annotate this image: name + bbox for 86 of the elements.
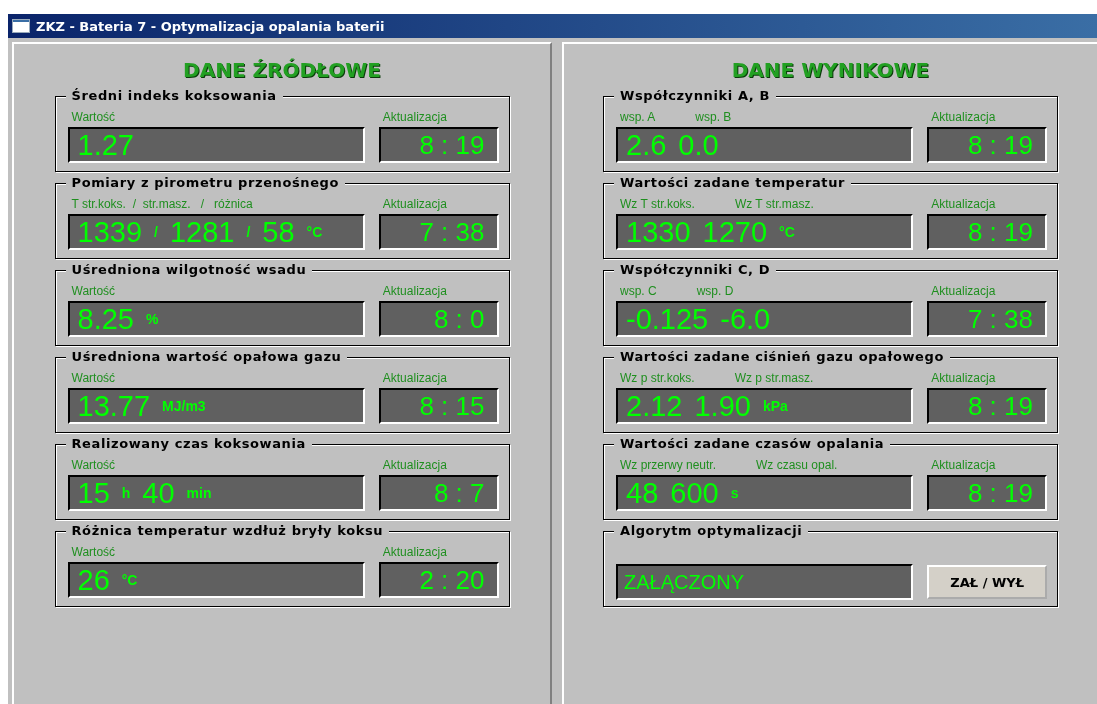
- unit-text: °C: [121, 572, 138, 588]
- field-label: T str.koks. / str.masz. / różnica: [71, 197, 253, 211]
- unit-text: kPa: [762, 398, 788, 414]
- value-text: 0.0: [678, 128, 719, 162]
- group-title: Uśredniona wilgotność wsadu: [65, 262, 313, 277]
- group-title: Pomiary z pirometru przenośnego: [65, 175, 346, 190]
- value-text: -6.0: [720, 302, 771, 336]
- value-text: 1330: [626, 215, 691, 249]
- group-title: Uśredniona wartość opałowa gazu: [65, 349, 348, 364]
- field-label: Wartość: [71, 545, 116, 559]
- unit-text: °C: [779, 224, 795, 240]
- group-title: Współczynniki C, D: [614, 262, 777, 277]
- field-label: Aktualizacja: [931, 197, 996, 211]
- field-label: Aktualizacja: [382, 197, 447, 211]
- value-text: 1281: [169, 215, 235, 249]
- field-label: Wz T str.koks.: [620, 197, 695, 211]
- time-display: 8 : 19: [927, 388, 1047, 424]
- group-title: Wartości zadane ciśnień gazu opałowego: [614, 349, 950, 364]
- field-label: wsp. B: [695, 110, 732, 124]
- value-text: 600: [670, 476, 719, 510]
- value-text: 1.90: [694, 389, 751, 423]
- field-label: Wz p str.masz.: [734, 371, 814, 385]
- group-title: Algorytm optymalizacji: [614, 523, 809, 538]
- value-text: 26: [77, 563, 110, 597]
- field-label: Wz p str.koks.: [620, 371, 695, 385]
- time-display: 8 : 7: [378, 475, 499, 511]
- group-title: Wartości zadane czasów opalania: [614, 436, 891, 451]
- field-label: Aktualizacja: [931, 371, 996, 385]
- unit-text: MJ/m3: [162, 398, 206, 414]
- value-text: 1.27: [77, 128, 134, 162]
- time-display: 2 : 20: [378, 562, 499, 598]
- value-text: 1339: [77, 215, 142, 249]
- value-text: 15: [77, 476, 110, 510]
- status-display: ZAŁĄCZONY: [616, 564, 914, 600]
- field-label: Aktualizacja: [382, 458, 447, 472]
- time-display: 8 : 19: [927, 127, 1047, 163]
- value-text: 58: [262, 215, 295, 249]
- field-label: Wartość: [71, 371, 116, 385]
- toggle-button[interactable]: ZAŁ / WYŁ: [927, 565, 1047, 599]
- group-title: Realizowany czas koksowania: [65, 436, 312, 451]
- field-label: Wz przerwy neutr.: [620, 458, 717, 472]
- value-text: 40: [142, 476, 175, 510]
- window-icon: [12, 19, 30, 33]
- field-label: Aktualizacja: [931, 110, 996, 124]
- field-label: Aktualizacja: [382, 371, 447, 385]
- field-label: Wartość: [71, 458, 116, 472]
- time-display: 8 : 19: [927, 214, 1047, 250]
- group-title: Wartości zadane temperatur: [614, 175, 851, 190]
- unit-text: h: [121, 485, 131, 501]
- field-label: Aktualizacja: [382, 545, 447, 559]
- panel-title: DANE ŹRÓDŁOWE: [183, 58, 381, 82]
- field-label: Aktualizacja: [931, 284, 996, 298]
- field-label: wsp. A: [620, 110, 656, 124]
- time-display: 8 : 0: [378, 301, 499, 337]
- group-title: Różnica temperatur wzdłuż bryły koksu: [65, 523, 390, 538]
- value-text: -0.125: [626, 302, 709, 336]
- window-title: ZKZ - Bateria 7 - Optymalizacja opalania baterii: [36, 18, 385, 34]
- value-text: 2.12: [626, 389, 683, 423]
- group-title: Współczynniki A, B: [614, 88, 776, 103]
- field-label: Wartość: [71, 110, 116, 124]
- field-label: Aktualizacja: [931, 458, 996, 472]
- field-label: Wartość: [71, 284, 116, 298]
- time-display: 8 : 19: [378, 127, 499, 163]
- field-label: Aktualizacja: [382, 110, 447, 124]
- unit-text: min: [186, 485, 212, 501]
- unit-text: /: [246, 224, 251, 240]
- unit-text: %: [145, 311, 159, 327]
- field-label: Wz czasu opal.: [756, 458, 838, 472]
- value-text: 8.25: [77, 302, 134, 336]
- unit-text: °C: [306, 224, 323, 240]
- field-label: wsp. C: [620, 284, 657, 298]
- time-display: 7 : 38: [378, 214, 499, 250]
- time-display: 7 : 38: [927, 301, 1047, 337]
- value-text: 2.6: [626, 128, 667, 162]
- field-label: Wz T str.masz.: [734, 197, 814, 211]
- time-display: 8 : 15: [378, 388, 499, 424]
- value-text: 13.77: [77, 389, 151, 423]
- time-display: 8 : 19: [927, 475, 1047, 511]
- field-label: wsp. D: [696, 284, 734, 298]
- unit-text: /: [154, 224, 158, 240]
- unit-text: s: [730, 485, 739, 501]
- panel-title: DANE WYNIKOWE: [731, 58, 930, 82]
- value-text: 1270: [702, 215, 768, 249]
- group-title: Średni indeks koksowania: [65, 88, 283, 103]
- value-text: 48: [626, 476, 659, 510]
- field-label: Aktualizacja: [382, 284, 447, 298]
